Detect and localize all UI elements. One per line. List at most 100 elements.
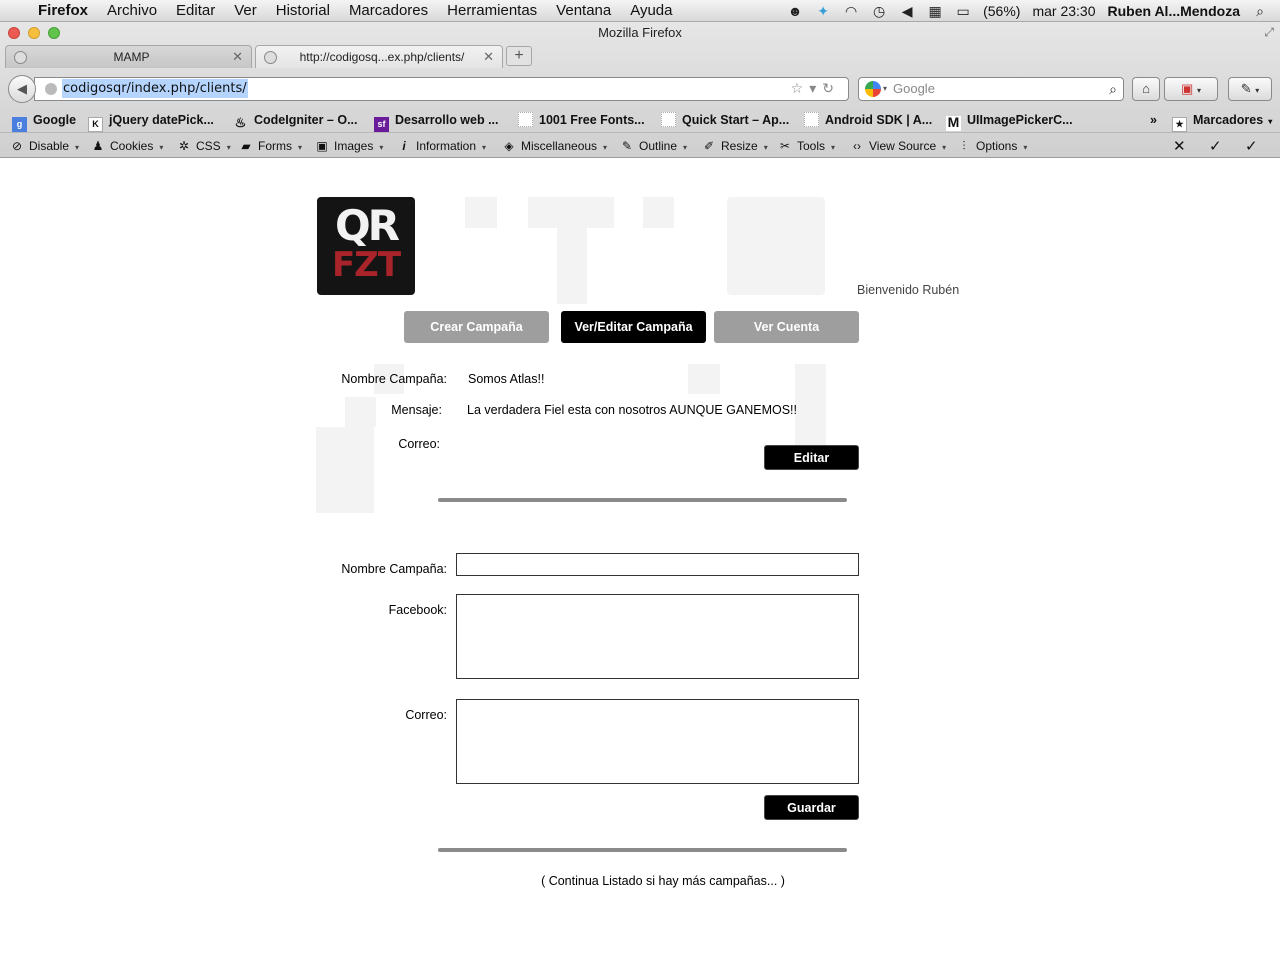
facebook-textarea[interactable] (456, 594, 859, 679)
close-toolbar-icon[interactable]: ✕ (1173, 137, 1186, 155)
menu-herramientas[interactable]: Herramientas (447, 2, 537, 19)
site-identity-icon[interactable] (45, 83, 57, 95)
url-text[interactable]: codigosqr/index.php/clients/ (62, 79, 248, 98)
bookmark-android-sdk[interactable]: Android SDK | A... (804, 112, 932, 128)
page-icon (661, 112, 676, 127)
navigation-toolbar: codigosqr/index.php/clients/ ☆▾↻ ◀ ▾ Goo… (0, 68, 1280, 108)
create-campaign-button[interactable]: Crear Campaña (404, 311, 549, 343)
person-icon: ♟ (92, 139, 104, 153)
tab-clients[interactable]: http://codigosq...ex.php/clients/ ✕ (255, 45, 503, 68)
page-icon (804, 112, 819, 127)
home-icon: ⌂ (1142, 81, 1150, 96)
tab-mamp[interactable]: MAMP ✕ (5, 45, 252, 68)
menu-marcadores[interactable]: Marcadores (349, 2, 428, 19)
validate-html-icon[interactable]: ✓ (1245, 137, 1258, 155)
validate-css-icon[interactable]: ✓ (1209, 137, 1222, 155)
back-button[interactable]: ◀ (8, 75, 36, 103)
menubar-user[interactable]: Ruben Al...Mendoza (1108, 3, 1240, 19)
history-dropdown-icon[interactable]: ▾ (809, 81, 822, 97)
menu-archivo[interactable]: Archivo (107, 2, 157, 19)
info-icon: i (402, 139, 406, 153)
twitter-bird-icon[interactable]: ✦ (815, 3, 831, 19)
reload-icon[interactable]: ↻ (822, 81, 840, 97)
menu-ventana[interactable]: Ventana (556, 2, 611, 19)
wd-label: View Source (869, 139, 937, 153)
bookmark-uiimagepicker[interactable]: M UIImagePickerC... (946, 112, 1073, 131)
wd-css[interactable]: ✲ CSS ▾ (177, 138, 231, 154)
addon-button[interactable]: ▣ ▾ (1164, 77, 1218, 101)
wifi-icon[interactable]: ◠ (843, 3, 859, 19)
calendar-icon[interactable]: ▦ (927, 3, 943, 19)
dropdown-icon: ▾ (763, 143, 768, 152)
view-account-button[interactable]: Ver Cuenta (714, 311, 859, 343)
addon-icon: ▣ (1181, 81, 1194, 96)
url-bar[interactable]: codigosqr/index.php/clients/ ☆▾↻ (34, 77, 849, 101)
background-pattern (316, 427, 374, 513)
wd-tools[interactable]: ✂ Tools ▾ (778, 138, 835, 154)
wd-images[interactable]: ▣ Images ▾ (315, 138, 383, 154)
home-button[interactable]: ⌂ (1132, 77, 1160, 101)
menu-ver[interactable]: Ver (234, 2, 257, 19)
alien-status-icon[interactable]: ☻ (787, 3, 803, 19)
wd-forms[interactable]: ▰ Forms ▾ (239, 138, 302, 154)
search-bar[interactable]: ▾ Google ⌕ (858, 77, 1124, 101)
campaign-name-input[interactable] (456, 553, 859, 576)
battery-icon[interactable]: ▭ (955, 3, 971, 19)
google-engine-icon[interactable] (865, 81, 881, 97)
close-window-button[interactable] (8, 27, 20, 39)
bookmark-quick-start[interactable]: Quick Start – Ap... (661, 112, 789, 128)
bookmark-jquery-datepicker[interactable]: KjQuery datePick... (88, 112, 214, 132)
email-textarea[interactable] (456, 699, 859, 784)
window-title: Mozilla Firefox (598, 25, 682, 40)
view-edit-campaign-button[interactable]: Ver/Editar Campaña (561, 311, 706, 343)
wd-outline[interactable]: ✎ Outline ▾ (620, 138, 687, 154)
sliders-icon: ⫶ (962, 139, 966, 153)
menu-editar[interactable]: Editar (176, 2, 215, 19)
zoom-window-button[interactable] (48, 27, 60, 39)
qr-fzt-logo[interactable]: QR FZT (317, 197, 415, 295)
wd-information[interactable]: i Information ▾ (397, 138, 486, 154)
time-machine-icon[interactable]: ◷ (871, 3, 887, 19)
fullscreen-icon[interactable]: ⤢ (1264, 25, 1274, 40)
close-tab-icon[interactable]: ✕ (483, 46, 494, 68)
save-button[interactable]: Guardar (764, 795, 859, 820)
close-tab-icon[interactable]: ✕ (232, 46, 243, 68)
dropdown-icon: ▾ (831, 143, 836, 152)
tools-button[interactable]: ✎ ▾ (1228, 77, 1272, 101)
bookmark-google[interactable]: g Google (12, 112, 76, 132)
minimize-window-button[interactable] (28, 27, 40, 39)
bookmarks-menu[interactable]: ★ Marcadores ▾ (1172, 112, 1272, 132)
wd-label: CSS (196, 139, 221, 153)
wd-disable[interactable]: ⊘ Disable ▾ (10, 138, 79, 154)
divider (438, 498, 847, 502)
search-icon[interactable]: ⌕ (1109, 78, 1117, 100)
engine-dropdown-icon[interactable]: ▾ (883, 78, 887, 100)
tab-strip: MAMP ✕ http://codigosq...ex.php/clients/… (0, 44, 1280, 68)
bookmark-codeigniter[interactable]: ♨ CodeIgniter – O... (233, 112, 358, 129)
spotlight-search-icon[interactable]: ⌕ (1252, 3, 1268, 19)
background-pattern (528, 197, 614, 228)
menu-firefox[interactable]: Firefox (38, 2, 88, 19)
bookmark-1001-fonts[interactable]: 1001 Free Fonts... (518, 112, 645, 128)
web-developer-toolbar: ⊘ Disable ▾ ♟ Cookies ▾ ✲ CSS ▾ ▰ Forms ▾ ▣ Image… (0, 132, 1280, 158)
menu-historial[interactable]: Historial (276, 2, 330, 19)
wd-miscellaneous[interactable]: ◈ Miscellaneous ▾ (502, 138, 607, 154)
bookmark-star-icon[interactable]: ☆ (791, 81, 810, 97)
campaign-message-label: Mensaje: (391, 403, 442, 417)
wd-label: Information (416, 139, 477, 153)
wd-view-source[interactable]: ‹› View Source ▾ (850, 138, 946, 154)
dropdown-icon: ▾ (159, 143, 164, 152)
code-icon: ‹› (853, 139, 861, 153)
wd-options[interactable]: ⫶ Options ▾ (957, 138, 1027, 154)
wd-cookies[interactable]: ♟ Cookies ▾ (91, 138, 164, 154)
background-pattern (557, 228, 587, 304)
wd-resize[interactable]: ✐ Resize ▾ (702, 138, 768, 154)
edit-button[interactable]: Editar (764, 445, 859, 470)
menubar-clock[interactable]: mar 23:30 (1032, 3, 1095, 19)
new-tab-button[interactable]: + (506, 46, 532, 66)
battery-percent: (56%) (983, 3, 1021, 19)
bookmark-desarrollo-web[interactable]: sf Desarrollo web ... (374, 112, 499, 132)
bookmarks-overflow-chevron[interactable]: » (1150, 112, 1157, 128)
menu-ayuda[interactable]: Ayuda (630, 2, 672, 19)
volume-icon[interactable]: ◀ (899, 3, 915, 19)
